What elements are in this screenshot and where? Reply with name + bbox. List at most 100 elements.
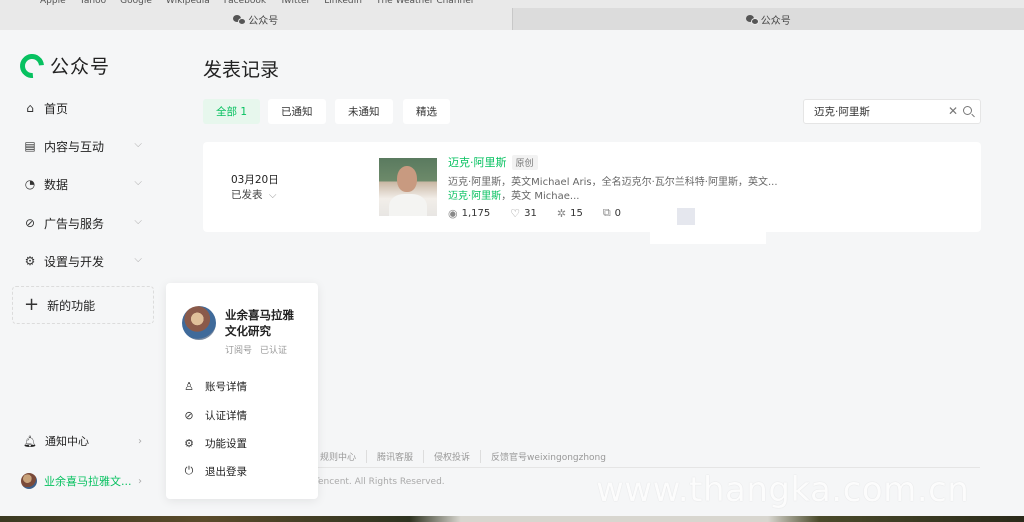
filter-notified[interactable]: 已通知 (268, 99, 326, 124)
logo[interactable]: 公众号 (15, 48, 111, 83)
wechat-icon (233, 14, 247, 25)
thumbs-up-icon: ♡ (510, 206, 521, 220)
stat-reads-value: 1,175 (461, 207, 491, 219)
account-name: 业余喜马拉雅文... (44, 475, 132, 488)
article-title[interactable]: 迈克·阿里斯 (448, 154, 507, 170)
chevron-right-icon: › (138, 475, 142, 487)
bookmark-item[interactable]: Yahoo (80, 0, 107, 8)
redaction-block (650, 232, 766, 244)
menu-label: 账号详情 (205, 380, 247, 393)
bookmark-item[interactable]: Google (120, 0, 152, 8)
stat-reads: ◉ 1,175 (448, 207, 490, 220)
menu-label: 认证详情 (205, 409, 247, 422)
gear-icon: ⚙ (24, 254, 36, 268)
filter-not-notified[interactable]: 未通知 (335, 99, 393, 124)
stat-shares-value: 15 (570, 207, 583, 219)
new-feature-label: 新的功能 (47, 298, 96, 313)
logo-text: 公众号 (50, 56, 111, 78)
sidebar-item-ads[interactable]: ⊘ 广告与服务 ⌵ (12, 208, 154, 238)
watermark: www.thangka.com.cn (596, 470, 970, 510)
forward-icon: ⧉ (602, 206, 611, 219)
menu-label: 功能设置 (205, 437, 247, 450)
account-switcher[interactable]: 业余喜马拉雅文... › (12, 466, 154, 496)
browser-tab[interactable]: 公众号 (513, 8, 1024, 30)
footer-link[interactable]: 腾讯客服 (367, 450, 425, 463)
bookmarks-bar: Apple Yahoo Google Wikipedia Facebook Tw… (0, 0, 1024, 8)
chevron-down-icon: ⌵ (134, 254, 142, 265)
plus-icon: + (24, 294, 40, 315)
bookmark-item[interactable]: Apple (40, 0, 66, 8)
clear-icon[interactable]: ✕ (948, 104, 958, 118)
bookmark-item[interactable]: The Weather Channel (376, 0, 473, 8)
sidebar-item-settings[interactable]: ⚙ 设置与开发 ⌵ (12, 246, 154, 276)
footer-link[interactable]: 规则中心 (310, 450, 368, 463)
power-icon: ⏻ (184, 464, 194, 477)
article-desc-line-1: 迈克·阿里斯，英文Michael Aris，全名迈克尔·瓦尔兰科特·阿里斯，英文… (448, 177, 778, 188)
sidebar-item-label: 设置与开发 (44, 254, 105, 269)
account-verified: 已认证 (260, 346, 288, 356)
sidebar-item-home[interactable]: ⌂ 首页 (12, 93, 154, 123)
compass-icon: ⊘ (24, 216, 36, 230)
notification-center[interactable]: 🔔︎ 通知中心 › (12, 426, 154, 456)
footer-link[interactable]: 侵权投诉 (424, 450, 482, 463)
avatar (182, 306, 216, 340)
tab-label: 公众号 (248, 15, 279, 27)
user-icon: ♙ (184, 379, 194, 393)
account-full-name: 业余喜马拉雅文化研究 (225, 308, 294, 338)
bookmark-item[interactable]: LinkedIn (324, 0, 362, 8)
sidebar-item-label: 广告与服务 (44, 216, 105, 231)
search-input[interactable]: 迈克·阿里斯 ✕ (803, 99, 981, 124)
pie-chart-icon: ◔ (24, 177, 36, 191)
sidebar: 公众号 ⌂ 首页 ▤ 内容与互动 ⌵ ◔ 数据 ⌵ ⊘ 广告与服务 ⌵ ⚙ 设置… (0, 30, 166, 522)
eye-icon: ◉ (448, 206, 458, 220)
article-card: 03月20日 已发表 ⌵ 迈克·阿里斯 原创 迈克·阿里斯，英文Michael … (203, 142, 981, 232)
menu-verification-details[interactable]: ⊘ 认证详情 (182, 404, 308, 426)
wechat-icon (745, 14, 759, 25)
menu-account-details[interactable]: ♙ 账号详情 (182, 375, 308, 397)
article-thumbnail[interactable] (379, 158, 437, 216)
sidebar-item-label: 数据 (44, 177, 69, 192)
logo-icon (15, 48, 49, 83)
article-status: 已发表 (231, 189, 263, 201)
menu-label: 退出登录 (205, 465, 247, 478)
page-title: 发表记录 (203, 59, 280, 81)
original-badge: 原创 (511, 154, 538, 170)
sidebar-item-label: 首页 (44, 101, 69, 116)
tab-label: 公众号 (760, 15, 791, 27)
copyright: Tencent. All Rights Reserved. (314, 477, 445, 487)
bookmark-item[interactable]: Wikipedia (166, 0, 210, 8)
chevron-down-icon: ⌵ (134, 216, 142, 227)
document-icon: ▤ (24, 139, 36, 153)
bookmark-item[interactable]: Facebook (224, 0, 266, 8)
new-feature-button[interactable]: + 新的功能 (12, 286, 154, 324)
home-icon: ⌂ (26, 101, 34, 115)
search-icon[interactable] (963, 106, 972, 115)
browser-tab-active[interactable]: 公众号 (0, 8, 513, 30)
stat-wow: ⧉ 0 (603, 206, 621, 220)
footer-divider (310, 467, 980, 468)
share-icon: ✲ (556, 206, 567, 220)
article-title-row: 迈克·阿里斯 原创 (448, 154, 538, 170)
article-desc-rest: ，英文 Michae... (501, 191, 580, 202)
chevron-down-icon: ⌵ (134, 139, 142, 150)
sidebar-item-data[interactable]: ◔ 数据 ⌵ (12, 169, 154, 199)
filter-featured[interactable]: 精选 (403, 99, 450, 124)
chevron-down-icon: ⌵ (268, 190, 277, 201)
menu-feature-settings[interactable]: ⚙ 功能设置 (182, 432, 308, 454)
stat-likes-value: 31 (524, 207, 537, 219)
footer-links: 规则中心 腾讯客服 侵权投诉 反馈官号weixingongzhong (310, 450, 616, 463)
article-status-dropdown[interactable]: 已发表 ⌵ (231, 187, 276, 202)
sidebar-item-content[interactable]: ▤ 内容与互动 ⌵ (12, 131, 154, 161)
bell-icon: 🔔︎ (23, 434, 37, 448)
article-desc-line-2: 迈克·阿里斯，英文 Michae... (448, 187, 579, 202)
account-meta: 订阅号 已认证 (225, 343, 287, 356)
account-type: 订阅号 (225, 346, 253, 356)
chevron-right-icon: › (138, 435, 142, 447)
stat-shares: ✲ 15 (557, 207, 583, 220)
filter-all[interactable]: 全部 1 (203, 99, 261, 124)
menu-logout[interactable]: ⏻ 退出登录 (182, 460, 308, 482)
bookmark-item[interactable]: Twitter (280, 0, 310, 8)
browser-tabs: 公众号 公众号 (0, 8, 1024, 30)
footer-link[interactable]: 反馈官号weixingongzhong (481, 450, 616, 463)
article-stats: ◉ 1,175 ♡ 31 ✲ 15 ⧉ 0 (448, 206, 621, 220)
